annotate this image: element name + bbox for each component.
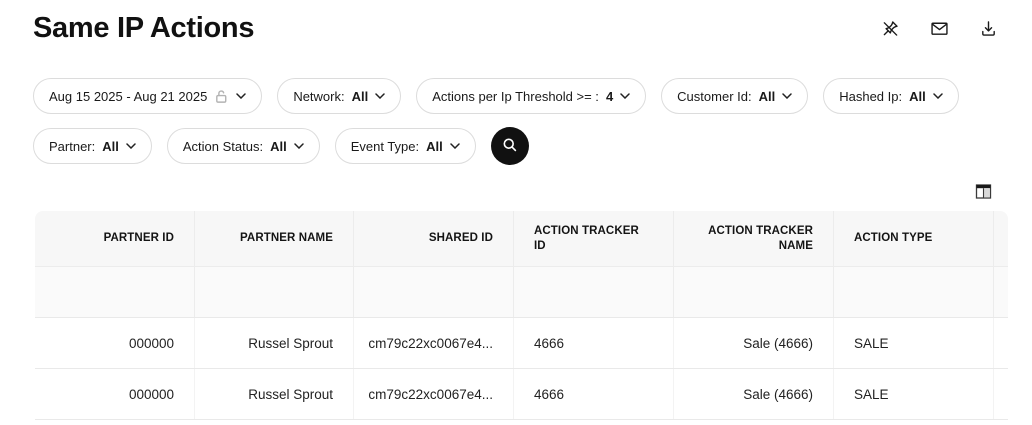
filter-value: All <box>270 139 287 154</box>
table-row: 000000Russel Sproutcm79c22xc0067e4...466… <box>35 317 1008 368</box>
search-icon <box>501 136 519 157</box>
filter-network[interactable]: Network: All <box>277 78 401 114</box>
page-title: Same IP Actions <box>33 12 254 45</box>
filter-cell-extra[interactable] <box>993 267 1008 317</box>
filter-label: Event Type: <box>351 139 419 154</box>
search-button[interactable] <box>491 127 529 165</box>
table-cell-shared_id: cm79c22xc0067e4... <box>353 369 513 419</box>
table-cell-partner_name: Russel Sprout <box>194 318 353 368</box>
chevron-down-icon <box>236 93 246 99</box>
table-cell-extra <box>993 369 1008 419</box>
filter-label: Customer Id: <box>677 89 751 104</box>
filter-label: Partner: <box>49 139 95 154</box>
table-cell-shared_id: cm79c22xc0067e4... <box>353 318 513 368</box>
filter-date-range[interactable]: Aug 15 2025 - Aug 21 2025 <box>33 78 262 114</box>
chevron-down-icon <box>294 143 304 149</box>
filter-event-type[interactable]: Event Type: All <box>335 128 476 164</box>
column-header-partner_name: PARTNER NAME <box>194 211 353 266</box>
chevron-down-icon <box>450 143 460 149</box>
filter-cell-partner_id[interactable] <box>35 267 194 317</box>
filter-label: Aug 15 2025 - Aug 21 2025 <box>49 89 207 104</box>
filter-label: Action Status: <box>183 139 263 154</box>
column-header-partner_id: PARTNER ID <box>35 211 194 266</box>
table-cell-action_tracker_name: Sale (4666) <box>673 369 833 419</box>
unpin-button[interactable] <box>880 18 901 39</box>
download-button[interactable] <box>978 18 999 39</box>
table-cell-partner_id: 000000 <box>35 318 194 368</box>
column-header-extra <box>993 211 1008 266</box>
table-row-partial <box>35 419 1008 425</box>
filter-row-2: Partner: All Action Status: All Event Ty… <box>33 127 529 165</box>
table-cell-extra <box>993 318 1008 368</box>
unpin-icon <box>880 18 901 39</box>
toolbar <box>880 18 999 39</box>
table-header-row: PARTNER IDPARTNER NAMESHARED IDACTION TR… <box>35 211 1008 266</box>
filter-hashed-ip[interactable]: Hashed Ip: All <box>823 78 959 114</box>
filter-value: All <box>352 89 369 104</box>
table-row: 000000Russel Sproutcm79c22xc0067e4...466… <box>35 368 1008 419</box>
table-columns-icon <box>975 188 992 203</box>
table-cell-action_type: SALE <box>833 369 993 419</box>
table-filter-row <box>35 266 1008 317</box>
chevron-down-icon <box>375 93 385 99</box>
column-header-action_tracker_name: ACTION TRACKER NAME <box>673 211 833 266</box>
filter-value: All <box>909 89 926 104</box>
table-cell-action_tracker_id: 4666 <box>513 318 673 368</box>
table-cell-action_type: SALE <box>833 318 993 368</box>
download-icon <box>978 18 999 39</box>
filter-cell-action_type[interactable] <box>833 267 993 317</box>
table-cell-partner_id: 000000 <box>35 369 194 419</box>
filter-cell-shared_id[interactable] <box>353 267 513 317</box>
column-header-action_type: ACTION TYPE <box>833 211 993 266</box>
chevron-down-icon <box>126 143 136 149</box>
filter-action-status[interactable]: Action Status: All <box>167 128 320 164</box>
filter-label: Network: <box>293 89 344 104</box>
page-header: Same IP Actions <box>33 12 999 45</box>
column-selector-button[interactable] <box>975 183 992 200</box>
filter-cell-action_tracker_id[interactable] <box>513 267 673 317</box>
filter-value: All <box>102 139 119 154</box>
filter-label: Hashed Ip: <box>839 89 902 104</box>
filter-value: All <box>759 89 776 104</box>
chevron-down-icon <box>620 93 630 99</box>
lock-open-icon <box>214 89 229 104</box>
email-icon <box>929 18 950 39</box>
table-cell-action_tracker_id: 4666 <box>513 369 673 419</box>
filter-label: Actions per Ip Threshold >= : <box>432 89 599 104</box>
filter-value: All <box>426 139 443 154</box>
email-button[interactable] <box>929 18 950 39</box>
column-header-shared_id: SHARED ID <box>353 211 513 266</box>
chevron-down-icon <box>933 93 943 99</box>
table-body: 000000Russel Sproutcm79c22xc0067e4...466… <box>35 317 1008 419</box>
table-cell-action_tracker_name: Sale (4666) <box>673 318 833 368</box>
filter-customer-id[interactable]: Customer Id: All <box>661 78 808 114</box>
filter-cell-action_tracker_name[interactable] <box>673 267 833 317</box>
table-cell-partner_name: Russel Sprout <box>194 369 353 419</box>
chevron-down-icon <box>782 93 792 99</box>
filter-row-1: Aug 15 2025 - Aug 21 2025 Network: All A… <box>33 78 959 114</box>
same-ip-actions-table: PARTNER IDPARTNER NAMESHARED IDACTION TR… <box>35 211 1008 425</box>
filter-cell-partner_name[interactable] <box>194 267 353 317</box>
column-header-action_tracker_id: ACTION TRACKER ID <box>513 211 673 266</box>
filter-actions-per-ip-threshold[interactable]: Actions per Ip Threshold >= : 4 <box>416 78 646 114</box>
filter-value: 4 <box>606 89 613 104</box>
filter-partner[interactable]: Partner: All <box>33 128 152 164</box>
